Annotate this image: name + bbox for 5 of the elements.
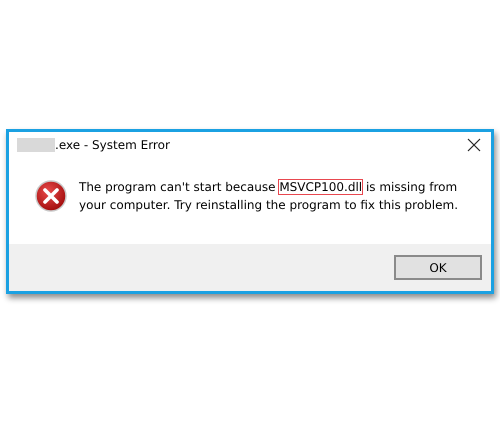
- window-title: .exe - System Error: [55, 138, 171, 152]
- close-icon[interactable]: [467, 138, 481, 152]
- error-icon: [35, 180, 67, 212]
- error-message: The program can't start because MSVCP100.dll is missing from your computer. Try reinstalling the program to fix this problem.: [79, 179, 460, 214]
- ok-button[interactable]: OK: [394, 255, 482, 280]
